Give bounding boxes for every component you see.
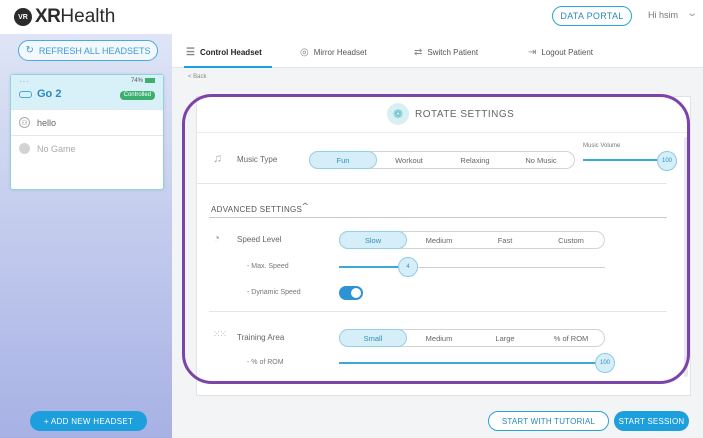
user-icon: ⚇ xyxy=(19,117,30,128)
headset-name: Go 2 xyxy=(37,88,62,100)
refresh-label: REFRESH ALL HEADSETS xyxy=(38,45,151,56)
headset-game-row: No Game xyxy=(11,135,163,161)
highlight-annotation xyxy=(182,94,690,384)
status-badge: Controlled xyxy=(119,91,155,100)
headset-card[interactable]: ··· 74% Go 2 Controlled ⚇ hello No Game xyxy=(10,74,164,190)
game-icon xyxy=(19,143,30,154)
logo-health-text: Health xyxy=(60,6,116,27)
sliders-icon: ☰ xyxy=(186,46,195,58)
refresh-icon: ↻ xyxy=(25,45,34,56)
active-tab-indicator xyxy=(184,66,272,68)
xrhealth-logo: VR XR Health xyxy=(14,6,115,28)
vr-headset-icon xyxy=(19,91,32,98)
tab-label: Control Headset xyxy=(199,47,262,57)
top-bar: VR XR Health DATA PORTAL Hi hsim ⌄ xyxy=(0,0,703,34)
headset-user: hello xyxy=(37,117,57,128)
switch-arrows-icon: ⇄ xyxy=(414,46,423,58)
battery-indicator: 74% xyxy=(131,78,155,84)
tab-logout-patient[interactable]: ⇥ Logout Patient xyxy=(528,45,593,59)
add-new-headset-button[interactable]: + ADD NEW HEADSET xyxy=(30,411,147,431)
eye-icon: ◎ xyxy=(300,46,309,58)
start-with-tutorial-button[interactable]: START WITH TUTORIAL xyxy=(488,411,609,431)
tab-switch-patient[interactable]: ⇄ Switch Patient xyxy=(414,45,478,59)
sidebar: ↻ REFRESH ALL HEADSETS ··· 74% Go 2 Cont… xyxy=(0,34,172,438)
battery-percent: 74% xyxy=(130,78,143,85)
chevron-down-icon[interactable]: ⌄ xyxy=(686,8,698,19)
headset-game: No Game xyxy=(37,143,76,154)
logo-xr-text: XR xyxy=(35,6,61,27)
tab-mirror-headset[interactable]: ◎ Mirror Headset xyxy=(300,45,367,59)
tab-label: Switch Patient xyxy=(427,47,479,57)
refresh-all-headsets-button[interactable]: ↻ REFRESH ALL HEADSETS xyxy=(18,40,158,61)
tab-bar: ☰ Control Headset ◎ Mirror Headset ⇄ Swi… xyxy=(172,34,703,68)
data-portal-button[interactable]: DATA PORTAL xyxy=(552,6,632,26)
signal-icon: ··· xyxy=(19,77,30,86)
headset-card-header: ··· 74% Go 2 Controlled xyxy=(11,75,163,109)
start-session-button[interactable]: START SESSION xyxy=(614,411,689,431)
tab-label: Logout Patient xyxy=(541,47,593,57)
tab-label: Mirror Headset xyxy=(313,47,367,57)
logo-mark-icon: VR xyxy=(14,8,32,26)
back-link[interactable]: < Back xyxy=(188,74,207,80)
battery-icon xyxy=(145,78,155,83)
user-greeting[interactable]: Hi hsim xyxy=(648,10,678,20)
logout-icon: ⇥ xyxy=(528,46,537,58)
headset-user-row: ⚇ hello xyxy=(11,109,163,135)
tab-control-headset[interactable]: ☰ Control Headset xyxy=(186,45,262,59)
